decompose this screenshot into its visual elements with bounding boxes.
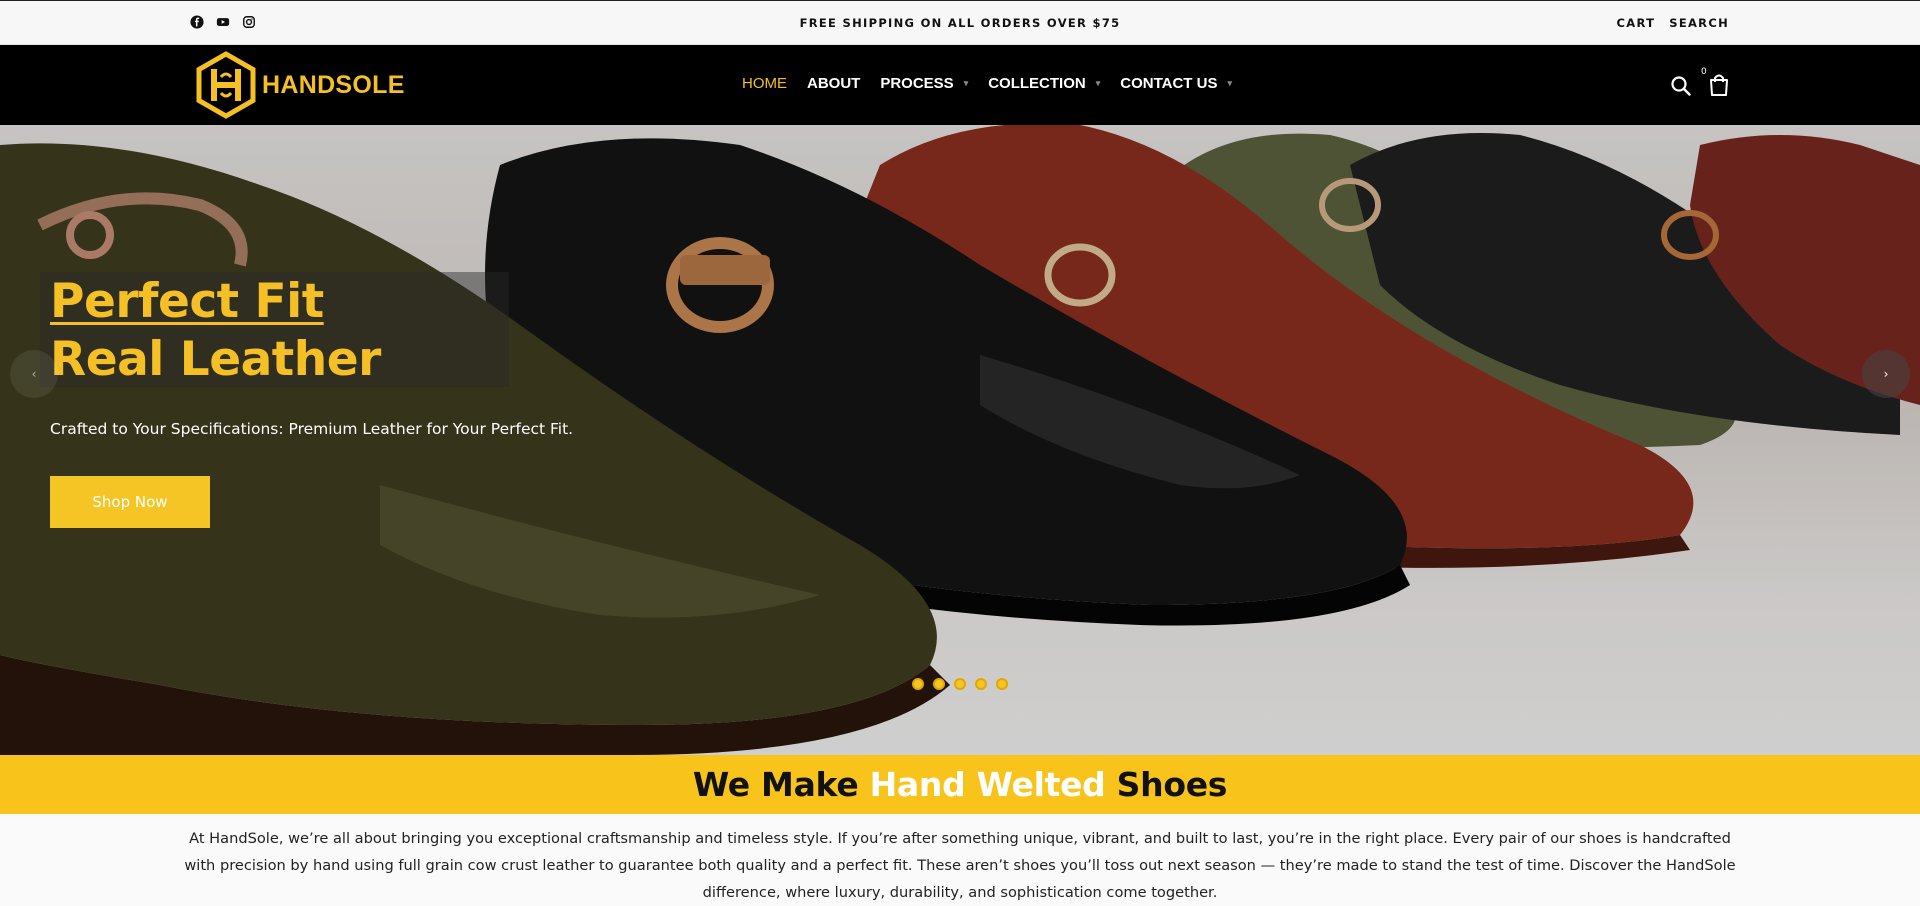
heading-part-1: We Make — [692, 765, 870, 804]
nav-label: COLLECTION — [988, 75, 1086, 92]
chevron-down-icon: ▾ — [1095, 78, 1101, 88]
intro-paragraph: At HandSole, we’re all about bringing yo… — [184, 830, 1736, 901]
heading-highlight: Hand Welted — [869, 765, 1106, 804]
slide-dot-2[interactable] — [933, 678, 945, 690]
nav-item-about[interactable]: ABOUT — [807, 75, 860, 92]
nav-label: CONTACT US — [1120, 75, 1218, 92]
topbar-links: CART SEARCH — [1617, 16, 1730, 30]
slide-dot-1[interactable] — [912, 678, 924, 690]
shopping-bag-icon — [1710, 74, 1728, 96]
chevron-down-icon: ▾ — [963, 78, 969, 88]
header-actions: 0 — [1670, 67, 1730, 101]
chevron-down-icon: ▾ — [1227, 78, 1232, 88]
hero-overlay — [0, 125, 1920, 755]
site-header: HANDSOLE HOME ABOUT PROCESS ▾ COLLECTION ▾… — [0, 45, 1920, 125]
search-icon[interactable] — [1670, 75, 1692, 97]
section-heading: We Make Hand Welted Shoes — [0, 755, 1920, 814]
nav-item-process[interactable]: PROCESS ▾ — [880, 75, 968, 92]
nav-label: PROCESS — [880, 75, 954, 92]
shop-now-button[interactable]: Shop Now — [50, 476, 210, 528]
announcement-bar: FREE SHIPPING ON ALL ORDERS OVER $75 CAR… — [0, 0, 1920, 45]
nav-item-collection[interactable]: COLLECTION ▾ — [988, 75, 1100, 92]
slider-next-button[interactable]: › — [1862, 350, 1910, 398]
slide-dot-5[interactable] — [996, 678, 1008, 690]
nav-item-home[interactable]: HOME — [742, 75, 787, 92]
headline-line-2: Real Leather — [50, 332, 381, 387]
handsole-monogram-icon — [196, 51, 256, 119]
slider-pagination — [912, 678, 1008, 690]
cart-button[interactable]: 0 — [1701, 67, 1730, 101]
headline-line-1: Perfect Fit — [50, 274, 324, 329]
hero-headline: Perfect Fit Real Leather — [50, 273, 381, 389]
site-logo[interactable]: HANDSOLE — [192, 51, 405, 119]
topbar-cart-link[interactable]: CART — [1617, 16, 1656, 30]
slide-dot-4[interactable] — [975, 678, 987, 690]
logo-wordmark: HANDSOLE — [262, 70, 405, 99]
topbar-search-link[interactable]: SEARCH — [1669, 16, 1729, 30]
cart-count-badge: 0 — [1701, 67, 1707, 77]
heading-part-2: Shoes — [1105, 765, 1228, 804]
nav-label: ABOUT — [807, 75, 861, 92]
main-nav: HOME ABOUT PROCESS ▾ COLLECTION ▾ CONTACT … — [742, 75, 1252, 92]
section-heading-band: We Make Hand Welted Shoes — [0, 755, 1920, 814]
nav-label: HOME — [742, 75, 787, 92]
hero-slider: Perfect Fit Real Leather Crafted to Your… — [0, 125, 1920, 755]
slider-prev-button[interactable]: ‹ — [10, 350, 58, 398]
nav-item-contact-us[interactable]: CONTACT US ▾ — [1120, 75, 1232, 92]
hero-subheadline: Crafted to Your Specifications: Premium … — [50, 420, 574, 438]
slide-dot-3[interactable] — [954, 678, 966, 690]
